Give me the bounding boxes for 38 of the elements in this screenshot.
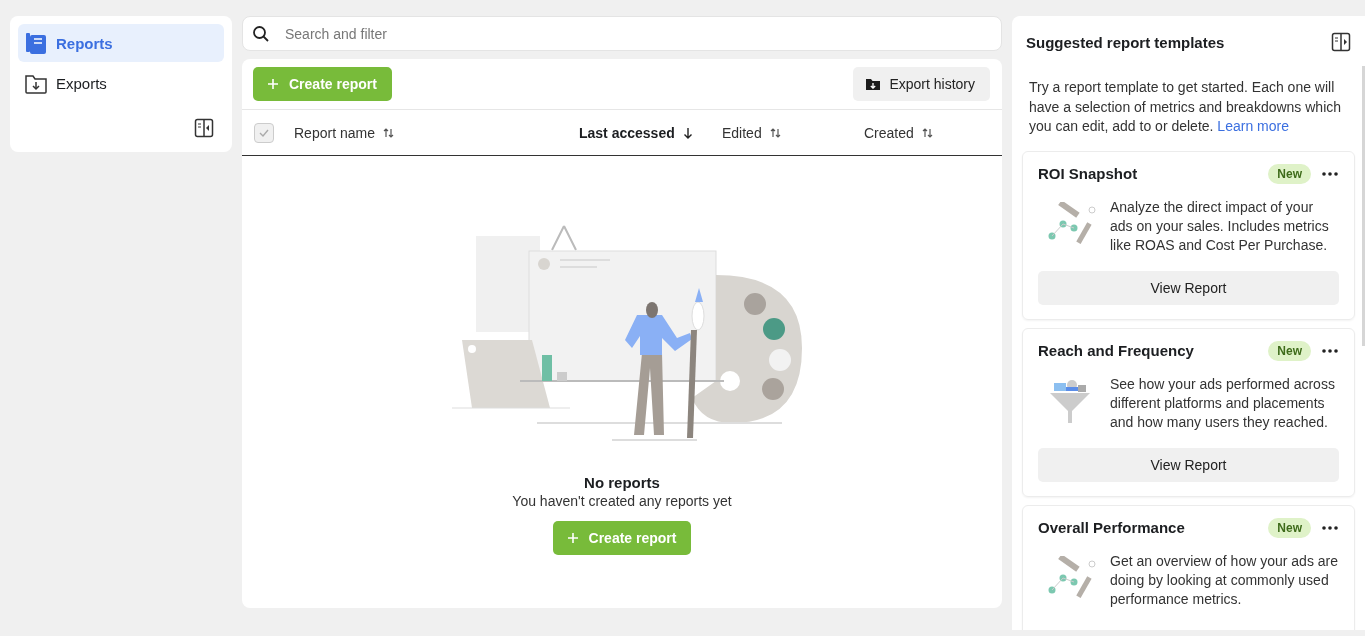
sort-down-arrow-icon	[682, 126, 694, 139]
sidebar-item[interactable]: Reports	[18, 24, 224, 62]
more-options-icon[interactable]	[1321, 524, 1339, 531]
more-options-icon[interactable]	[1321, 170, 1339, 177]
column-header[interactable]: Edited	[722, 124, 864, 141]
report-book-icon	[24, 31, 48, 55]
folder-download-icon	[865, 76, 882, 92]
expand-panel-icon[interactable]	[1331, 32, 1351, 52]
card-title: Overall Performance	[1038, 519, 1186, 536]
card-description: Get an overview of how your ads are doing by looking at commonly used performance metrics.	[1110, 551, 1339, 609]
sort-arrows-icon	[382, 126, 394, 139]
plus-icon	[566, 532, 579, 544]
scrollbar[interactable]	[1362, 66, 1365, 346]
search-field[interactable]: Search and filter	[242, 16, 1002, 51]
sidebar-item[interactable]: Exports	[18, 64, 224, 102]
learn-more-link[interactable]: Learn more	[1217, 118, 1289, 134]
panel-title: Suggested report templates	[1026, 33, 1225, 51]
more-options-icon[interactable]	[1321, 347, 1339, 354]
card-title: ROI Snapshot	[1038, 165, 1139, 182]
new-badge: New	[1268, 340, 1311, 361]
view-report-button[interactable]: View Report	[1038, 447, 1339, 482]
new-badge: New	[1268, 517, 1311, 538]
card-title: Reach and Frequency	[1038, 342, 1195, 359]
new-badge: New	[1268, 163, 1311, 184]
sort-arrows-icon	[769, 126, 781, 139]
empty-state-message: You haven't created any reports yet	[512, 493, 732, 509]
collapse-panel-icon[interactable]	[194, 118, 214, 138]
column-header[interactable]: Last accessed	[579, 124, 722, 141]
plus-icon	[267, 78, 279, 90]
column-header[interactable]: Report name	[294, 124, 579, 141]
column-header[interactable]: Created	[864, 124, 933, 141]
card-description: Analyze the direct impact of your ads on your sales. Includes metrics like ROAS and Cost Per Purchase.	[1110, 197, 1330, 255]
export-history-button[interactable]: Export history	[853, 67, 990, 101]
sort-arrows-icon	[921, 126, 933, 139]
empty-state-title: No reports	[584, 474, 660, 491]
card-description: See how your ads performed across different platforms and placements and how many users they reached.	[1110, 374, 1336, 432]
view-report-button[interactable]: View Report	[1038, 270, 1339, 305]
intro-text: Try a report template to get started. Each one will have a selection of metrics and breakdowns which you can edit, add to or delete. Learn more	[1029, 78, 1343, 136]
